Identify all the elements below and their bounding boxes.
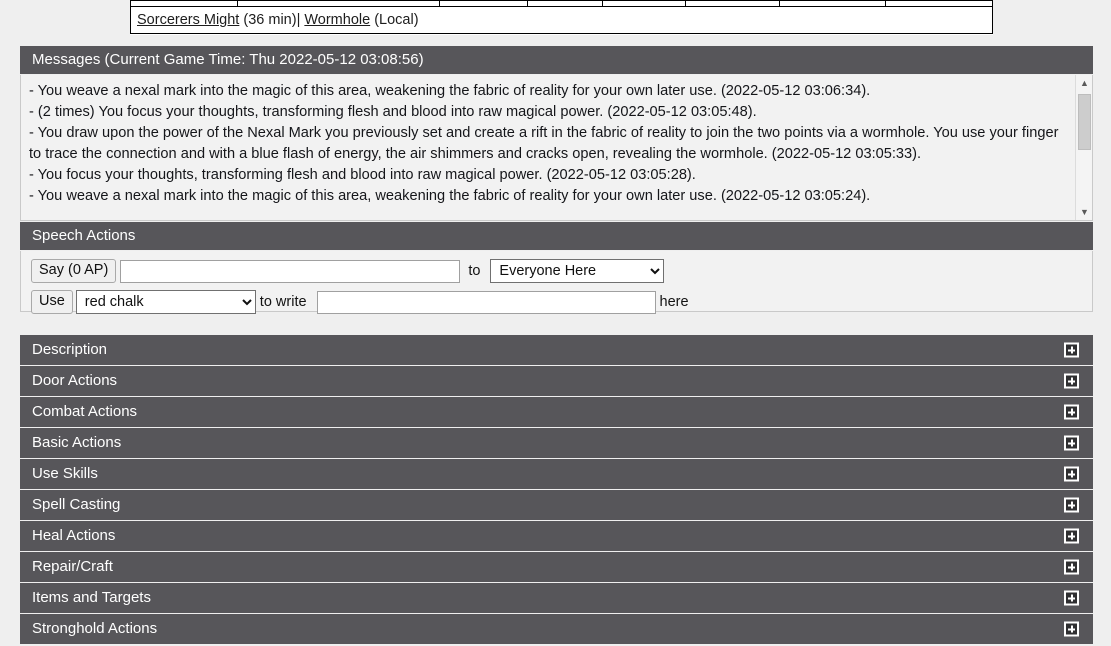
speech-actions-panel: Speech Actions Say (0 AP) to Everyone He… <box>20 222 1093 314</box>
message-line: - You focus your thoughts, transforming … <box>29 166 696 183</box>
table-row: Sorcerers Might (36 min)| Wormhole (Loca… <box>130 6 993 34</box>
section-label: Heal Actions <box>32 527 116 544</box>
section-label: Door Actions <box>32 372 118 389</box>
section-label: Description <box>32 341 108 358</box>
chevron-up-icon[interactable]: ▲ <box>1076 75 1092 92</box>
say-button[interactable]: Say (0 AP) <box>31 259 117 283</box>
section-header-stronghold-actions[interactable]: Stronghold Actions <box>20 614 1093 645</box>
messages-body: - You weave a nexal mark into the magic … <box>20 75 1093 221</box>
speech-actions-body: Say (0 AP) to Everyone Here Use red chal… <box>20 251 1093 314</box>
use-item-select[interactable]: red chalk <box>75 290 256 314</box>
say-input[interactable] <box>120 259 461 283</box>
section-header-repair-craft[interactable]: Repair/Craft <box>20 552 1093 583</box>
section-header-use-skills[interactable]: Use Skills <box>20 459 1093 490</box>
expand-plus-icon[interactable] <box>1064 497 1079 513</box>
messages-panel: Messages (Current Game Time: Thu 2022-05… <box>20 46 1093 221</box>
effect-duration-1: (Local) <box>374 12 419 28</box>
messages-panel-header[interactable]: Messages (Current Game Time: Thu 2022-05… <box>20 46 1093 75</box>
message-line: - You weave a nexal mark into the magic … <box>29 83 871 99</box>
active-effects-cell: Sorcerers Might (36 min)| Wormhole (Loca… <box>130 6 993 34</box>
expand-plus-icon[interactable] <box>1064 559 1079 575</box>
section-header-heal-actions[interactable]: Heal Actions <box>20 521 1093 552</box>
expand-plus-icon[interactable] <box>1064 466 1079 482</box>
section-label: Items and Targets <box>32 589 151 606</box>
section-label: Stronghold Actions <box>32 620 158 637</box>
write-input[interactable] <box>316 290 656 314</box>
section-header-description[interactable]: Description <box>20 335 1093 366</box>
section-header-combat-actions[interactable]: Combat Actions <box>20 397 1093 428</box>
say-target-select[interactable]: Everyone Here <box>490 259 665 283</box>
messages-log[interactable]: - You weave a nexal mark into the magic … <box>21 75 1075 220</box>
use-write-row: Use red chalk to write here <box>31 290 1082 314</box>
section-label: Combat Actions <box>32 403 138 420</box>
expand-plus-icon[interactable] <box>1064 435 1079 451</box>
expand-plus-icon[interactable] <box>1064 590 1079 606</box>
action-sections-list: Description Door Actions Combat Actions … <box>20 335 1093 645</box>
section-header-items-and-targets[interactable]: Items and Targets <box>20 583 1093 614</box>
expand-plus-icon[interactable] <box>1064 373 1079 389</box>
messages-panel-title: Messages (Current Game Time: Thu 2022-05… <box>32 51 424 68</box>
say-row: Say (0 AP) to Everyone Here <box>31 259 1082 283</box>
message-line: - You weave a nexal mark into the magic … <box>29 187 871 204</box>
speech-actions-title: Speech Actions <box>32 227 136 244</box>
messages-scrollbar[interactable]: ▲ ▼ <box>1075 75 1092 220</box>
effect-duration-0: (36 min) <box>243 12 297 28</box>
expand-plus-icon[interactable] <box>1064 342 1079 358</box>
section-label: Repair/Craft <box>32 558 113 575</box>
section-header-basic-actions[interactable]: Basic Actions <box>20 428 1093 459</box>
effect-link-wormhole[interactable]: Wormhole <box>304 12 370 28</box>
use-button[interactable]: Use <box>31 290 73 314</box>
say-to-label: to <box>468 263 481 279</box>
speech-actions-header[interactable]: Speech Actions <box>20 222 1093 251</box>
section-label: Use Skills <box>32 465 98 482</box>
effect-link-sorcerers-might[interactable]: Sorcerers Might <box>137 12 239 28</box>
message-line: - You draw upon the power of the Nexal M… <box>29 125 1059 162</box>
status-table: Sorcerers Might (36 min)| Wormhole (Loca… <box>130 0 993 34</box>
expand-plus-icon[interactable] <box>1064 621 1079 637</box>
character-status-table: Sorcerers Might (36 min)| Wormhole (Loca… <box>130 0 993 35</box>
expand-plus-icon[interactable] <box>1064 528 1079 544</box>
to-write-label: to write <box>259 294 307 310</box>
section-header-spell-casting[interactable]: Spell Casting <box>20 490 1093 521</box>
section-header-door-actions[interactable]: Door Actions <box>20 366 1093 397</box>
message-line: - (2 times) You focus your thoughts, tra… <box>29 104 757 120</box>
scrollbar-thumb[interactable] <box>1078 94 1091 150</box>
section-label: Basic Actions <box>32 434 122 451</box>
chevron-down-icon[interactable]: ▼ <box>1076 204 1092 220</box>
here-label: here <box>659 294 689 310</box>
expand-plus-icon[interactable] <box>1064 404 1079 420</box>
section-label: Spell Casting <box>32 496 121 513</box>
